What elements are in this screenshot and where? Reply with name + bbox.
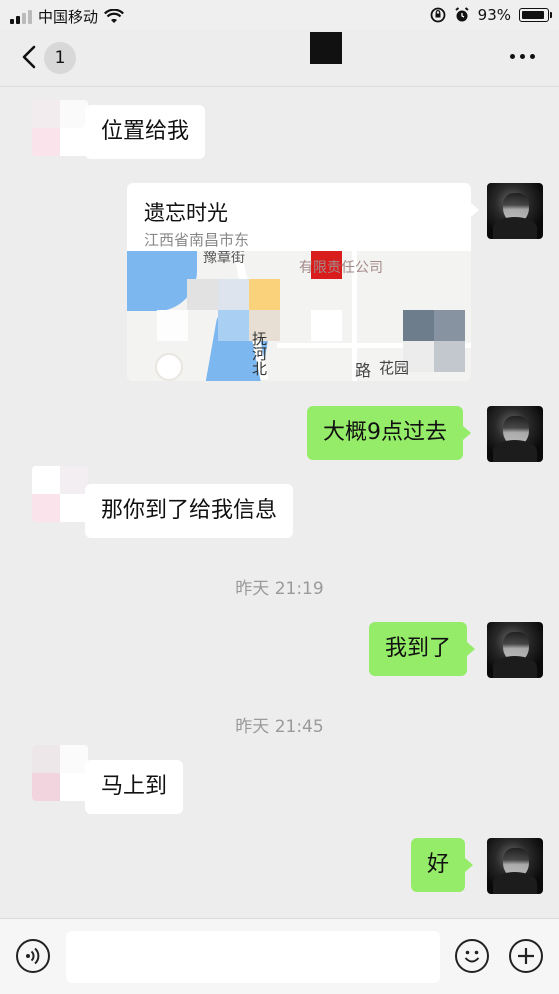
message-bubble-outgoing[interactable]: 我到了	[369, 622, 476, 676]
message-bubble-incoming[interactable]: 位置给我	[76, 105, 206, 159]
my-avatar[interactable]	[487, 183, 543, 239]
message-bubble-outgoing[interactable]: 好	[411, 838, 474, 892]
message-bubble-outgoing[interactable]: 大概9点过去	[307, 406, 471, 460]
message-bubble-incoming[interactable]: 马上到	[76, 760, 184, 814]
battery-percent: 93%	[477, 6, 511, 24]
status-left: 中国移动	[10, 6, 124, 27]
carrier-label: 中国移动	[38, 8, 99, 26]
map-label-company: 有限责任公司	[299, 260, 383, 276]
rotation-lock-icon	[430, 7, 446, 23]
my-avatar[interactable]	[487, 622, 543, 678]
message-bubble-incoming[interactable]: 那你到了给我信息	[76, 484, 294, 538]
my-avatar[interactable]	[487, 838, 543, 894]
map-label-street: 豫章街	[203, 251, 245, 266]
status-bar: 中国移动 93%	[0, 0, 559, 30]
map-label-road: 路	[355, 361, 372, 380]
unread-badge[interactable]: 1	[44, 42, 76, 74]
chat-title-redacted	[310, 32, 342, 64]
map-label-flower: 花园	[379, 359, 410, 377]
location-address: 江西省南昌市东	[144, 231, 250, 249]
location-name: 遗忘时光	[144, 201, 228, 225]
my-avatar[interactable]	[487, 406, 543, 462]
more-dots-icon[interactable]	[510, 54, 535, 59]
location-message-card[interactable]: 遗忘时光 江西省南昌市东 豫章街 有限责任公司 抚河北 路 花园	[127, 183, 471, 381]
emoji-icon[interactable]	[455, 939, 489, 973]
signal-icon	[10, 9, 32, 24]
battery-icon	[519, 8, 552, 22]
wifi-icon	[104, 8, 124, 23]
unread-count: 1	[54, 48, 66, 68]
map-label-road-vertical: 抚河北	[250, 331, 268, 376]
location-map-thumbnail: 豫章街 有限责任公司 抚河北 路 花园	[127, 251, 471, 381]
timestamp: 昨天 21:45	[235, 717, 324, 737]
map-poi-icon	[155, 353, 183, 381]
back-chevron-icon[interactable]	[18, 42, 40, 72]
status-right: 93%	[430, 6, 552, 24]
chat-header: 1	[0, 30, 559, 87]
plus-icon[interactable]	[509, 939, 543, 973]
message-input[interactable]	[66, 931, 440, 983]
input-bar	[0, 918, 559, 994]
voice-icon[interactable]	[16, 939, 50, 973]
alarm-icon	[455, 7, 469, 22]
location-card-tail	[471, 203, 479, 217]
timestamp: 昨天 21:19	[235, 579, 324, 599]
